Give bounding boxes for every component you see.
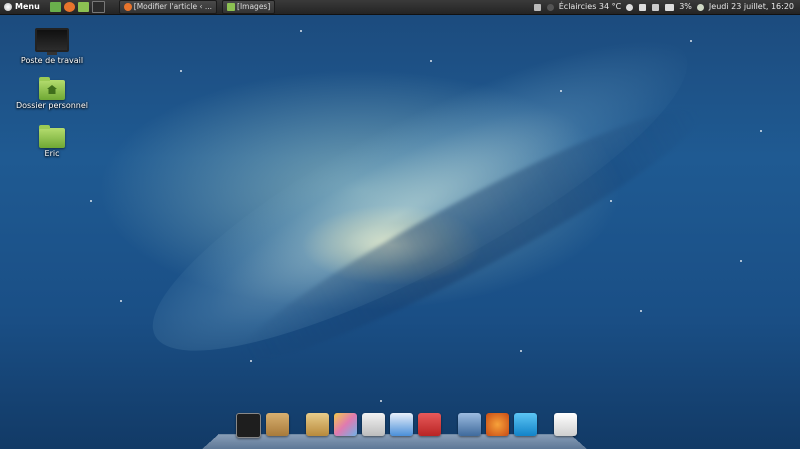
file-manager-icon[interactable] [49, 2, 61, 12]
star [640, 310, 642, 312]
home-folder-icon [39, 77, 65, 100]
menu-button[interactable]: Menu [0, 0, 44, 14]
star [520, 350, 522, 352]
mail-client-icon[interactable] [458, 413, 481, 436]
battery-icon[interactable] [665, 3, 675, 11]
terminal-icon[interactable] [236, 413, 261, 438]
document-writer-icon[interactable] [390, 413, 413, 436]
firefox-icon[interactable] [486, 413, 509, 436]
star [760, 130, 762, 132]
computer-icon [35, 28, 69, 52]
firefox-icon[interactable] [63, 2, 75, 12]
package-installer-icon[interactable] [266, 413, 289, 436]
mint-logo-icon [4, 3, 12, 11]
star [610, 200, 612, 202]
star [380, 400, 382, 402]
notification-icon[interactable] [533, 3, 541, 11]
star [430, 60, 432, 62]
star [300, 30, 302, 32]
desktop-icon-label: Poste de travail [20, 56, 84, 65]
task-label: [Images] [237, 2, 271, 11]
star [690, 40, 692, 42]
text-editor-icon[interactable] [306, 413, 329, 436]
system-settings-icon[interactable] [554, 413, 577, 436]
star [90, 200, 92, 202]
folder-icon [39, 125, 65, 148]
user-icon[interactable] [626, 3, 634, 11]
volume-icon[interactable] [652, 3, 660, 11]
skype-icon[interactable] [514, 413, 537, 436]
desktop-icon-eric[interactable]: Eric [16, 125, 88, 158]
calculator-icon[interactable] [362, 413, 385, 436]
desktop-icon-home[interactable]: Dossier personnel [16, 77, 89, 110]
image-viewer-icon[interactable] [334, 413, 357, 436]
clock[interactable]: Jeudi 23 juillet, 16:20 [709, 0, 794, 14]
desktop-icon-label: Eric [44, 149, 60, 158]
dock [236, 413, 582, 438]
galaxy-wallpaper [119, 0, 721, 403]
top-panel: Menu [Modifier l'article ‹ ... [Images] … [0, 0, 800, 15]
firefox-icon [123, 3, 132, 11]
monitor-stand [47, 52, 57, 55]
office-app-icon[interactable] [418, 413, 441, 436]
taskbar-item-images[interactable]: [Images] [222, 0, 276, 14]
weather-text[interactable]: Éclaircies 34 °C [559, 0, 621, 14]
star [560, 90, 562, 92]
network-icon[interactable] [639, 3, 647, 11]
shield-icon[interactable] [696, 3, 704, 11]
weather-icon[interactable] [546, 3, 554, 11]
desktop[interactable]: Menu [Modifier l'article ‹ ... [Images] … [0, 0, 800, 449]
desktop-icon-label: Dossier personnel [16, 101, 89, 110]
desktop-icon-computer[interactable]: Poste de travail [16, 28, 88, 65]
system-tray: Éclaircies 34 °C 3% Jeudi 23 juillet, 16… [531, 0, 800, 14]
folder-icon[interactable] [77, 2, 89, 12]
star [740, 260, 742, 262]
taskbar-item-article[interactable]: [Modifier l'article ‹ ... [118, 0, 218, 14]
house-icon [47, 85, 57, 94]
task-label: [Modifier l'article ‹ ... [133, 2, 213, 11]
folder-icon [227, 3, 236, 11]
star [180, 70, 182, 72]
star [120, 300, 122, 302]
terminal-icon[interactable] [91, 1, 105, 13]
menu-label: Menu [15, 2, 40, 11]
battery-percent: 3% [679, 2, 692, 11]
star [250, 360, 252, 362]
